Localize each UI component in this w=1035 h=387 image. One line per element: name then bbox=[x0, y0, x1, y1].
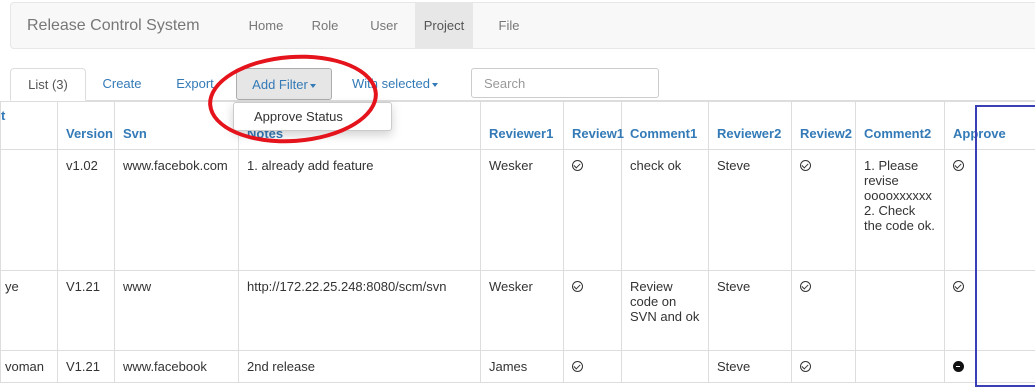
cell-version: V1.21 bbox=[58, 271, 115, 351]
cell-approve bbox=[945, 351, 1035, 383]
cell-review1 bbox=[564, 150, 622, 271]
cell-project: voman bbox=[1, 351, 58, 383]
cell-svn: www.facebook bbox=[115, 351, 239, 383]
cell-comment2: 1. Please revise ooooxxxxxx 2. Check the… bbox=[856, 150, 945, 271]
cell-notes: 1. already add feature bbox=[239, 150, 481, 271]
cell-comment2 bbox=[856, 271, 945, 351]
cell-reviewer2: Steve bbox=[709, 351, 792, 383]
check-circle-icon[interactable] bbox=[953, 160, 964, 171]
cell-approve bbox=[945, 150, 1035, 271]
table-row[interactable]: ye V1.21 www http://172.22.25.248:8080/s… bbox=[1, 271, 1035, 351]
table-row[interactable]: voman V1.21 www.facebook 2nd release Jam… bbox=[1, 351, 1035, 383]
add-filter-label: Add Filter bbox=[252, 77, 308, 92]
cell-reviewer1: James bbox=[481, 351, 564, 383]
cell-version: v1.02 bbox=[58, 150, 115, 271]
col-header-comment2[interactable]: Comment2 bbox=[856, 102, 945, 150]
nav-file[interactable]: File bbox=[489, 3, 529, 48]
check-circle-icon bbox=[572, 361, 583, 372]
cell-comment1: Review code on SVN and ok bbox=[622, 271, 709, 351]
col-header-review1[interactable]: Review1 bbox=[564, 102, 622, 150]
with-selected-label: With selected bbox=[352, 76, 430, 91]
cell-review1 bbox=[564, 271, 622, 351]
cell-comment2 bbox=[856, 351, 945, 383]
col-header-version[interactable]: Version bbox=[58, 102, 115, 150]
col-header-comment1[interactable]: Comment1 bbox=[622, 102, 709, 150]
navbar: Release Control System Home Role User Pr… bbox=[10, 2, 1035, 49]
cell-notes: 2nd release bbox=[239, 351, 481, 383]
minus-circle-icon[interactable] bbox=[953, 361, 964, 372]
check-circle-icon[interactable] bbox=[953, 281, 964, 292]
cell-reviewer1: Wesker bbox=[481, 271, 564, 351]
with-selected-button[interactable]: With selected bbox=[340, 68, 450, 100]
col-header-approve[interactable]: Approve bbox=[945, 102, 1035, 150]
table-row[interactable]: v1.02 www.facebok.com 1. already add fea… bbox=[1, 150, 1035, 271]
cell-review1 bbox=[564, 351, 622, 383]
nav-home[interactable]: Home bbox=[244, 3, 288, 48]
cell-version: V1.21 bbox=[58, 351, 115, 383]
project-table: t Version Svn Notes Reviewer1 Review1 Co… bbox=[0, 101, 1035, 383]
check-circle-icon bbox=[572, 281, 583, 292]
col-header-reviewer2[interactable]: Reviewer2 bbox=[709, 102, 792, 150]
cell-comment1: check ok bbox=[622, 150, 709, 271]
check-circle-icon bbox=[800, 160, 811, 171]
cell-reviewer2: Steve bbox=[709, 150, 792, 271]
tab-list[interactable]: List (3) bbox=[10, 68, 86, 101]
col-header-review2[interactable]: Review2 bbox=[792, 102, 856, 150]
search-input[interactable] bbox=[471, 68, 659, 98]
cell-reviewer2: Steve bbox=[709, 271, 792, 351]
cell-review2 bbox=[792, 150, 856, 271]
check-circle-icon bbox=[800, 361, 811, 372]
tab-export[interactable]: Export bbox=[170, 68, 220, 100]
cell-svn: www.facebok.com bbox=[115, 150, 239, 271]
cell-reviewer1: Wesker bbox=[481, 150, 564, 271]
cell-notes: http://172.22.25.248:8080/scm/svn bbox=[239, 271, 481, 351]
filter-dropdown-menu: Approve Status bbox=[233, 102, 392, 131]
tab-create[interactable]: Create bbox=[92, 68, 152, 100]
cell-review2 bbox=[792, 271, 856, 351]
nav-user[interactable]: User bbox=[364, 3, 404, 48]
dropdown-item-approve-status[interactable]: Approve Status bbox=[254, 109, 343, 124]
col-header-project[interactable]: t bbox=[1, 102, 58, 150]
table-header-row: t Version Svn Notes Reviewer1 Review1 Co… bbox=[1, 102, 1035, 150]
cell-approve bbox=[945, 271, 1035, 351]
cell-comment1 bbox=[622, 351, 709, 383]
brand[interactable]: Release Control System bbox=[27, 17, 200, 35]
caret-down-icon bbox=[310, 84, 316, 88]
cell-svn: www bbox=[115, 271, 239, 351]
cell-project: ye bbox=[1, 271, 58, 351]
nav-role[interactable]: Role bbox=[305, 3, 345, 48]
caret-down-icon bbox=[432, 83, 438, 87]
cell-project bbox=[1, 150, 58, 271]
check-circle-icon bbox=[800, 281, 811, 292]
nav-project[interactable]: Project bbox=[415, 3, 473, 48]
check-circle-icon bbox=[572, 160, 583, 171]
cell-review2 bbox=[792, 351, 856, 383]
col-header-reviewer1[interactable]: Reviewer1 bbox=[481, 102, 564, 150]
add-filter-button[interactable]: Add Filter bbox=[236, 68, 332, 100]
col-header-svn[interactable]: Svn bbox=[115, 102, 239, 150]
